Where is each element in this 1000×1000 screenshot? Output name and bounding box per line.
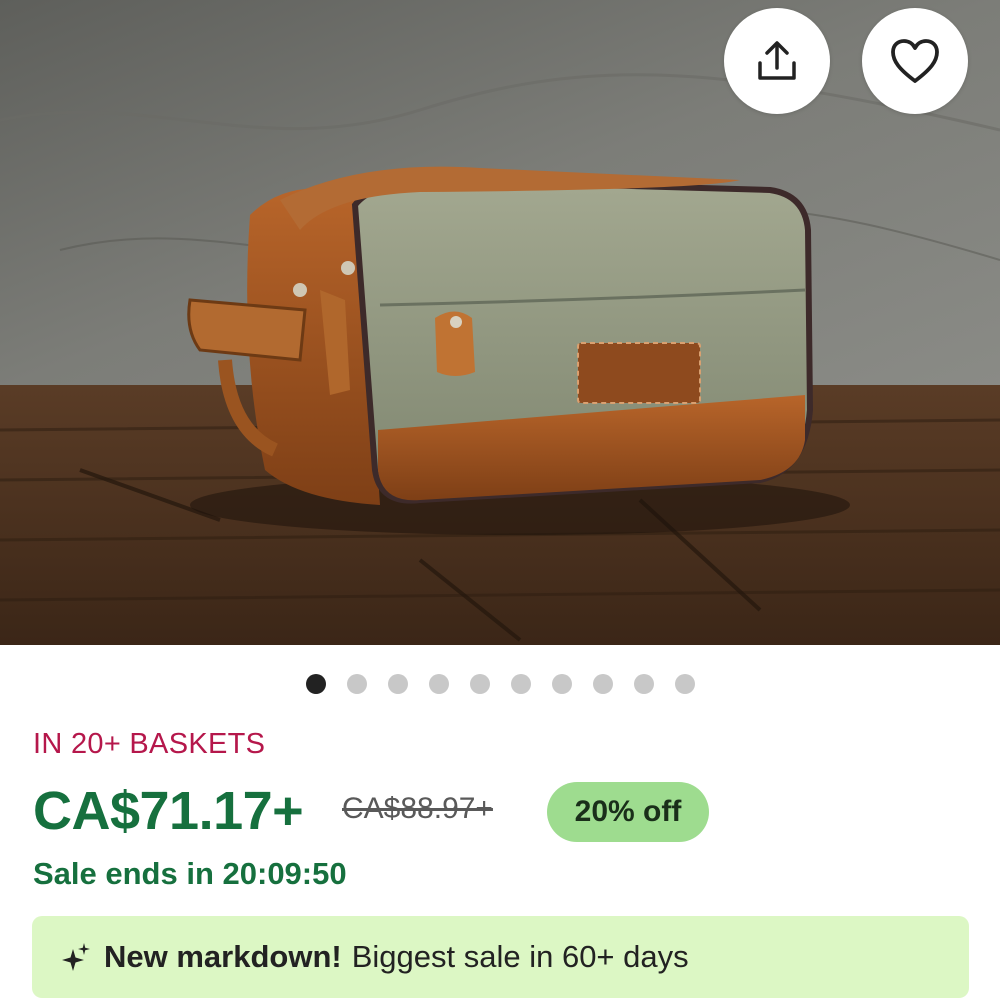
carousel-dot[interactable] (511, 674, 531, 694)
carousel-dot[interactable] (593, 674, 613, 694)
markdown-title: New markdown! (104, 939, 342, 974)
baskets-count: IN 20+ BASKETS (33, 728, 266, 760)
carousel-dot[interactable] (552, 674, 572, 694)
image-carousel-dots (0, 674, 1000, 696)
carousel-dot[interactable] (470, 674, 490, 694)
discount-badge: 20% off (547, 782, 709, 842)
carousel-dot[interactable] (634, 674, 654, 694)
product-image[interactable] (0, 0, 1000, 645)
carousel-dot[interactable] (429, 674, 449, 694)
carousel-dot[interactable] (306, 674, 326, 694)
markdown-text: Biggest sale in 60+ days (351, 939, 689, 974)
share-button[interactable] (724, 8, 830, 114)
heart-outline-icon (891, 39, 939, 83)
favorite-button[interactable] (862, 8, 968, 114)
carousel-dot[interactable] (675, 674, 695, 694)
original-price: CA$88.97+ (342, 792, 493, 825)
sale-price: CA$71.17+ (33, 781, 304, 841)
carousel-dot[interactable] (388, 674, 408, 694)
sparkle-icon (62, 943, 90, 971)
carousel-dot[interactable] (347, 674, 367, 694)
markdown-banner: New markdown! Biggest sale in 60+ days (32, 916, 969, 998)
sale-countdown: Sale ends in 20:09:50 (33, 856, 347, 891)
share-upload-icon (758, 41, 796, 80)
